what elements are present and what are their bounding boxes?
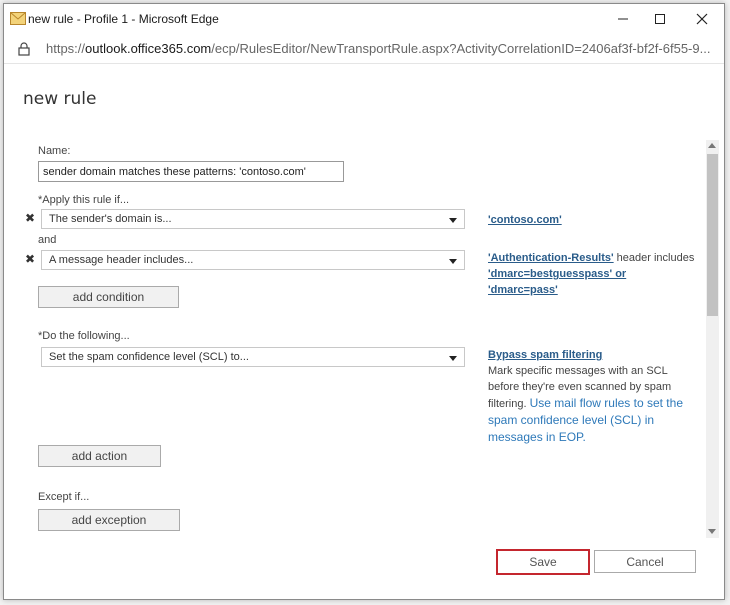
condition-2-values-link[interactable]: 'dmarc=bestguesspass' or 'dmarc=pass' [488, 268, 626, 296]
condition-2-select[interactable]: A message header includes... [41, 250, 465, 270]
close-icon [696, 13, 708, 25]
title-bar: new rule - Profile 1 - Microsoft Edge [4, 4, 724, 34]
apply-rule-label: *Apply this rule if... [38, 194, 130, 206]
add-exception-button[interactable]: add exception [38, 509, 180, 531]
url-path: /ecp/RulesEditor/NewTransportRule.aspx?A… [211, 41, 711, 56]
condition-2-header-link[interactable]: 'Authentication-Results' [488, 252, 614, 264]
save-button[interactable]: Save [496, 549, 590, 575]
except-if-label: Except if... [38, 491, 90, 503]
scroll-up-icon[interactable] [708, 143, 716, 148]
rule-editor-page: new rule Name: *Apply this rule if... ✖ … [4, 65, 724, 599]
chevron-down-icon [449, 259, 457, 264]
remove-condition-1-icon[interactable]: ✖ [25, 211, 35, 225]
url-text[interactable]: https://outlook.office365.com/ecp/RulesE… [46, 41, 710, 56]
cancel-button[interactable]: Cancel [594, 550, 696, 573]
condition-1-link[interactable]: 'contoso.com' [488, 214, 562, 226]
condition-1-summary: 'contoso.com' [488, 212, 562, 228]
form-scrollbar[interactable] [706, 140, 719, 538]
browser-window: new rule - Profile 1 - Microsoft Edge ht… [3, 3, 725, 600]
action-1-link[interactable]: Bypass spam filtering [488, 349, 602, 361]
action-1-select[interactable]: Set the spam confidence level (SCL) to..… [41, 347, 465, 367]
maximize-button[interactable] [645, 8, 675, 30]
add-condition-button[interactable]: add condition [38, 286, 179, 308]
address-bar[interactable]: https://outlook.office365.com/ecp/RulesE… [4, 34, 724, 64]
scroll-down-icon[interactable] [708, 529, 716, 534]
url-host: outlook.office365.com [85, 41, 212, 56]
maximize-icon [655, 14, 665, 24]
condition-2-mid-text: header includes [613, 252, 695, 264]
chevron-down-icon [449, 356, 457, 361]
scroll-thumb[interactable] [707, 154, 718, 316]
condition-1-select[interactable]: The sender's domain is... [41, 209, 465, 229]
action-1-summary: Bypass spam filtering Mark specific mess… [488, 347, 698, 446]
name-input[interactable] [38, 161, 344, 182]
envelope-icon [10, 12, 26, 25]
close-button[interactable] [687, 8, 717, 30]
name-label: Name: [38, 145, 71, 157]
minimize-button[interactable] [608, 8, 638, 30]
and-label: and [38, 234, 57, 246]
chevron-down-icon [449, 218, 457, 223]
do-following-label: *Do the following... [38, 330, 130, 342]
page-title: new rule [23, 89, 97, 109]
remove-condition-2-icon[interactable]: ✖ [25, 252, 35, 266]
minimize-icon [618, 18, 628, 20]
lock-icon [18, 42, 30, 56]
action-1-value: Set the spam confidence level (SCL) to..… [49, 351, 249, 363]
condition-1-value: The sender's domain is... [49, 213, 172, 225]
add-action-button[interactable]: add action [38, 445, 161, 467]
condition-2-summary: 'Authentication-Results' header includes… [488, 250, 698, 298]
window-title: new rule - Profile 1 - Microsoft Edge [28, 12, 219, 26]
url-prefix: https:// [46, 41, 86, 56]
condition-2-value: A message header includes... [49, 254, 194, 266]
